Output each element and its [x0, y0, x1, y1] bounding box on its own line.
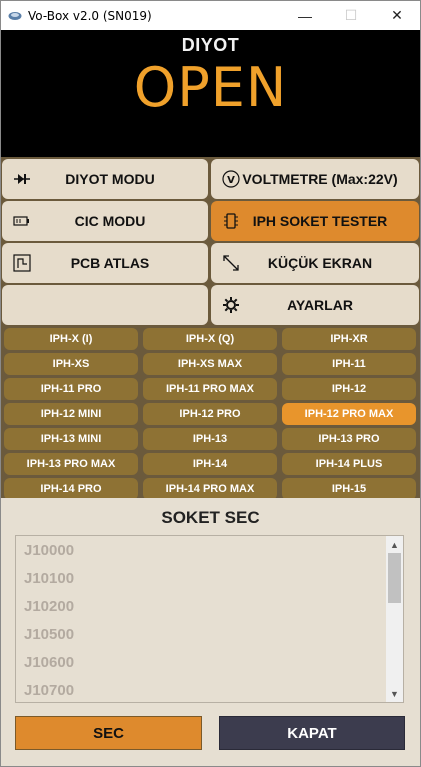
socket-button[interactable]: IPH-14	[143, 453, 277, 475]
battery-icon	[13, 212, 31, 230]
list-item[interactable]: J10200	[16, 592, 403, 620]
list-item[interactable]: J10000	[16, 536, 403, 564]
socket-button[interactable]: IPH-14 PRO MAX	[143, 478, 277, 500]
socket-button[interactable]: IPH-13 PRO MAX	[4, 453, 138, 475]
diode-icon	[13, 170, 31, 188]
voltmetre-button[interactable]: V VOLTMETRE (Max:22V)	[211, 159, 419, 199]
voltmeter-icon-letter: V	[227, 175, 235, 186]
socket-button[interactable]: IPH-13 MINI	[4, 428, 138, 450]
socket-button[interactable]: IPH-15	[282, 478, 416, 500]
scroll-thumb[interactable]	[388, 553, 401, 603]
ayarlar-label: AYARLAR	[287, 297, 353, 313]
socket-button[interactable]: IPH-X (Q)	[143, 328, 277, 350]
ayarlar-button[interactable]: AYARLAR	[211, 285, 419, 325]
socket-listbox[interactable]: J10000 J10100 J10200 J10500 J10600 J1070…	[15, 535, 404, 703]
pcb-atlas-button[interactable]: PCB ATLAS	[2, 243, 208, 283]
kucuk-ekran-button[interactable]: KÜÇÜK EKRAN	[211, 243, 419, 283]
socket-button[interactable]: IPH-XS	[4, 353, 138, 375]
status-value: OPEN	[133, 56, 288, 119]
pcb-icon	[13, 254, 31, 272]
status-display: DIYOT OPEN	[1, 30, 420, 157]
chip-icon	[222, 212, 240, 230]
list-scrollbar[interactable]: ▲ ▼	[386, 536, 403, 702]
voltmeter-icon: V	[222, 170, 240, 188]
cic-modu-label: CIC MODU	[74, 213, 146, 229]
socket-button[interactable]: IPH-13 PRO	[282, 428, 416, 450]
list-item[interactable]: J10500	[16, 620, 403, 648]
socket-button[interactable]: IPH-12 PRO MAX	[282, 403, 416, 425]
mode-label: DIYOT	[181, 35, 240, 55]
socket-button[interactable]: IPH-12 MINI	[4, 403, 138, 425]
resize-icon	[222, 254, 240, 272]
title-bar: Vo-Box v2.0 (SN019) — ☐ ✕	[0, 0, 421, 30]
socket-button[interactable]: IPH-12 PRO	[143, 403, 277, 425]
minimize-button[interactable]: —	[282, 1, 328, 30]
socket-button[interactable]: IPH-XS MAX	[143, 353, 277, 375]
sec-button[interactable]: SEC	[15, 716, 202, 750]
list-item[interactable]: J10600	[16, 648, 403, 676]
diyot-modu-label: DIYOT MODU	[65, 171, 155, 187]
socket-button[interactable]: IPH-11	[282, 353, 416, 375]
list-item[interactable]: J10100	[16, 564, 403, 592]
list-item[interactable]: J10700	[16, 676, 403, 702]
socket-button[interactable]: IPH-XR	[282, 328, 416, 350]
selector-title: SOKET SEC	[161, 508, 260, 527]
empty-button[interactable]	[2, 285, 208, 325]
voltmetre-label: VOLTMETRE (Max:22V)	[242, 171, 398, 187]
iph-soket-tester-label: IPH SOKET TESTER	[252, 213, 388, 229]
socket-button[interactable]: IPH-12	[282, 378, 416, 400]
diyot-modu-button[interactable]: DIYOT MODU	[2, 159, 208, 199]
scroll-up-icon[interactable]: ▲	[386, 536, 403, 553]
iph-soket-tester-button[interactable]: IPH SOKET TESTER	[211, 201, 419, 241]
scroll-down-icon[interactable]: ▼	[386, 685, 403, 702]
gear-icon	[222, 296, 240, 314]
close-button[interactable]: ✕	[374, 1, 420, 30]
window-title: Vo-Box v2.0 (SN019)	[28, 8, 152, 23]
app-icon	[8, 11, 22, 20]
socket-button[interactable]: IPH-11 PRO	[4, 378, 138, 400]
socket-button[interactable]: IPH-11 PRO MAX	[143, 378, 277, 400]
socket-button[interactable]: IPH-13	[143, 428, 277, 450]
maximize-button[interactable]: ☐	[328, 1, 374, 30]
kucuk-ekran-label: KÜÇÜK EKRAN	[267, 255, 373, 271]
socket-button[interactable]: IPH-X (I)	[4, 328, 138, 350]
socket-selector: SOKET SEC J10000 J10100 J10200 J10500 J1…	[1, 498, 420, 766]
kapat-button[interactable]: KAPAT	[219, 716, 405, 750]
pcb-atlas-label: PCB ATLAS	[70, 255, 150, 271]
socket-button[interactable]: IPH-14 PLUS	[282, 453, 416, 475]
socket-button[interactable]: IPH-14 PRO	[4, 478, 138, 500]
cic-modu-button[interactable]: CIC MODU	[2, 201, 208, 241]
